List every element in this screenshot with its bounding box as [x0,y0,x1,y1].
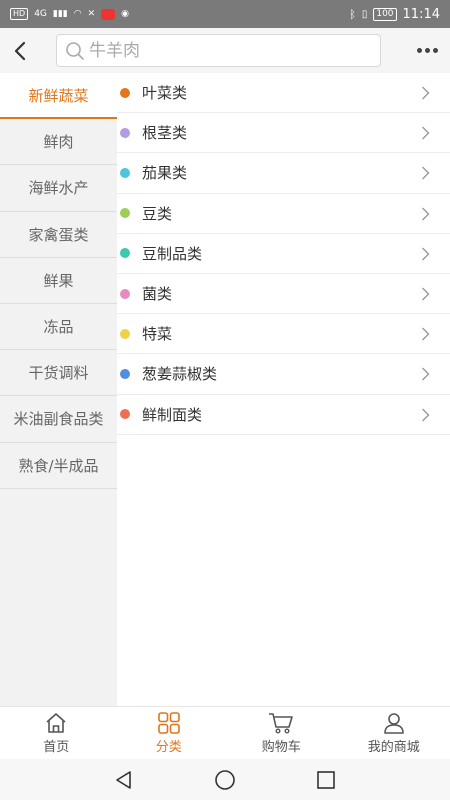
status-left: HD 4G ▮▮▮ ◠ ✕ ◉ [10,8,129,20]
sidebar-item-label: 新鲜蔬菜 [28,86,89,105]
sidebar-item-label: 熟食/半成品 [18,456,99,475]
chevron-right-icon [422,86,430,100]
list-item-label: 叶菜类 [142,84,188,103]
list-item[interactable]: 根茎类 [117,113,450,154]
list-item-label: 豆制品类 [142,244,203,263]
system-back-icon[interactable] [114,770,134,790]
search-input[interactable] [89,40,369,61]
status-right: ᛒ ▯ 100 11:14 [349,7,440,22]
sidebar-item-cooked-food[interactable]: 熟食/半成品 [0,443,117,489]
sidebar-item-fresh-fruit[interactable]: 鲜果 [0,258,117,304]
grid-icon [157,711,180,734]
top-bar [0,28,450,73]
tab-mine-label: 我的商城 [367,739,420,755]
sidebar-item-seafood[interactable]: 海鲜水产 [0,165,117,212]
category-dot-icon [120,127,130,138]
sidebar-item-label: 干货调料 [28,364,89,383]
chevron-right-icon [422,327,430,341]
list-item[interactable]: 葱姜蒜椒类 [117,354,450,395]
list-item-label: 根茎类 [142,124,188,143]
sidebar-item-poultry-eggs[interactable]: 家禽蛋类 [0,212,117,258]
system-home-icon[interactable] [214,769,236,791]
sidebar-item-label: 家禽蛋类 [28,225,89,244]
category-dot-icon [120,409,130,420]
tab-home-label: 首页 [43,739,70,755]
user-icon [383,712,404,734]
list-item[interactable]: 茄果类 [117,153,450,194]
list-item-label: 葱姜蒜椒类 [142,365,218,384]
network-label: 4G [34,9,47,19]
more-dot [425,48,430,53]
hd-icon: HD [10,8,29,20]
list-item[interactable]: 鲜制面类 [117,395,450,435]
subcategory-list: 叶菜类 根茎类 茄果类 豆类 豆制品类 菌类 特菜 葱姜蒜椒类 鲜制面类 [117,73,450,706]
tab-cart-label: 购物车 [261,739,301,755]
category-dot-icon [120,368,130,379]
sidebar-item-label: 海鲜水产 [28,179,89,198]
tab-mine[interactable]: 我的商城 [338,707,450,759]
list-item-label: 菌类 [142,285,173,304]
chevron-right-icon [422,166,430,180]
tab-cart[interactable]: 购物车 [225,707,338,759]
category-dot-icon [120,167,130,178]
list-item[interactable]: 特菜 [117,314,450,355]
tab-category[interactable]: 分类 [113,707,226,759]
list-item-label: 豆类 [142,204,173,223]
more-button[interactable] [417,28,438,73]
system-nav-bar [0,759,450,800]
back-button[interactable] [0,28,40,73]
list-item[interactable]: 豆类 [117,194,450,234]
more-dot [417,48,422,53]
sidebar-item-label: 冻品 [43,318,74,337]
battery-level: 100 [373,7,397,21]
wifi-icon: ◠ [73,9,82,19]
tab-category-label: 分类 [155,739,182,755]
category-dot-icon [120,87,130,98]
system-recents-icon[interactable] [316,770,336,790]
chevron-right-icon [422,367,430,381]
sidebar-item-label: 鲜肉 [43,133,74,152]
sidebar-item-label: 米油副食品类 [13,410,104,429]
sidebar-item-frozen[interactable]: 冻品 [0,304,117,351]
signal-icon: ▮▮▮ [52,9,68,19]
bluetooth-icon: ᛒ [349,7,356,21]
app-notification-icon [101,8,116,20]
vibrate-icon: ▯ [361,8,368,20]
list-item[interactable]: 豆制品类 [117,234,450,274]
sidebar-item-fresh-meat[interactable]: 鲜肉 [0,119,117,166]
status-time: 11:14 [402,6,440,22]
chevron-right-icon [422,287,430,301]
list-item[interactable]: 叶菜类 [117,73,450,114]
sidebar-item-rice-oil[interactable]: 米油副食品类 [0,396,117,443]
chevron-right-icon [422,247,430,261]
chevron-right-icon [422,408,430,421]
notification-icon: ✕ [87,9,96,19]
app-root: HD 4G ▮▮▮ ◠ ✕ ◉ ᛒ ▯ 100 11:14 牛羊肉 新鲜蔬菜 鲜… [0,0,450,800]
more-dot [433,48,438,53]
list-item-label: 鲜制面类 [142,405,203,424]
chevron-left-icon [14,41,26,60]
category-dot-icon [120,208,130,219]
chevron-right-icon [422,126,430,140]
bottom-nav: 首页 分类 购物车 我的商城 [0,706,450,759]
home-icon [46,712,66,733]
list-item[interactable]: 菌类 [117,274,450,315]
sidebar-item-fresh-vegetables[interactable]: 新鲜蔬菜 [0,73,117,120]
list-item-label: 特菜 [142,325,173,344]
list-item-label: 茄果类 [142,164,188,183]
sidebar-item-dry-goods[interactable]: 干货调料 [0,350,117,397]
tab-home[interactable]: 首页 [0,707,113,759]
category-dot-icon [120,328,130,339]
search-box[interactable] [56,34,381,67]
wechat-icon: ◉ [121,9,130,19]
sidebar-item-label: 鲜果 [43,271,74,290]
cart-icon [269,712,294,734]
category-sidebar: 新鲜蔬菜 鲜肉 海鲜水产 家禽蛋类 鲜果 冻品 干货调料 米油副食品类 熟食/半… [0,73,117,706]
search-icon [66,41,84,60]
chevron-right-icon [422,207,430,221]
category-dot-icon [120,248,130,259]
status-bar: HD 4G ▮▮▮ ◠ ✕ ◉ ᛒ ▯ 100 11:14 [0,0,450,28]
category-dot-icon [120,288,130,299]
